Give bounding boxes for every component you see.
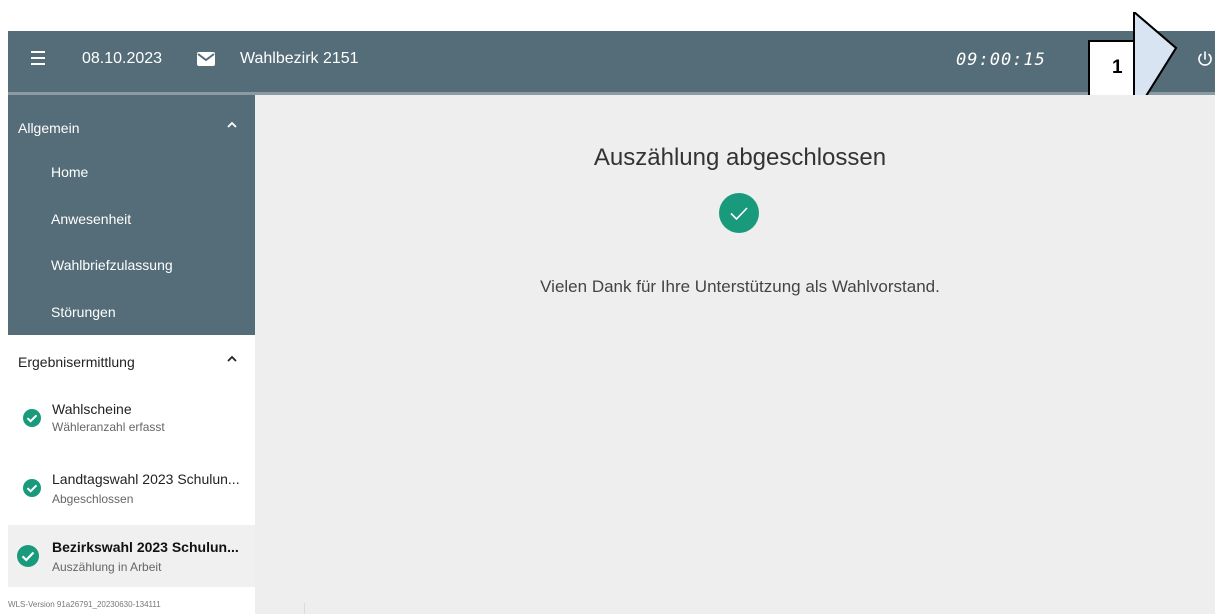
app-root: 08.10.2023 Wahlbezirk 2151 09:00:15 1 Al… [0,0,1215,614]
top-app-bar: 08.10.2023 Wahlbezirk 2151 09:00:15 [8,31,1215,92]
election-date: 08.10.2023 [82,50,163,67]
district-title: Wahlbezirk 2151 [240,50,359,67]
callout-arrow [1088,12,1178,96]
sidebar-item-label: Wahlbriefzulassung [51,257,173,273]
step-title: Wahlscheine [52,401,132,417]
thank-you-message: Vielen Dank für Ihre Unterstützung als W… [540,277,940,296]
check-circle-icon [23,479,41,497]
main-content: Auszählung abgeschlossen Vielen Dank für… [255,95,1215,614]
sidebar-item-anwesenheit[interactable]: Anwesenheit [8,198,255,242]
check-circle-icon [17,545,39,567]
step-bezirkswahl[interactable]: Bezirkswahl 2023 Schulun... Auszählung i… [8,525,255,587]
check-circle-icon [719,193,759,233]
sidebar-item-label: Störungen [51,304,116,320]
step-title: Bezirkswahl 2023 Schulun... [52,539,239,555]
sidebar-item-home[interactable]: Home [8,151,255,195]
chevron-up-icon [227,355,237,362]
page-title: Auszählung abgeschlossen [593,144,887,171]
group-allgemein: Allgemein Home Anwesenheit Wahlbriefzula… [8,95,255,335]
step-subtitle: Abgeschlossen [52,492,134,506]
group-label: Ergebnisermittlung [18,354,135,370]
menu-icon[interactable] [31,51,49,71]
version-text: WLS-Version 91a26791_20230630-134111 [8,600,161,609]
mail-icon[interactable] [196,51,218,69]
step-title: Landtagswahl 2023 Schulun... [52,471,240,487]
group-header-ergebnisermittlung[interactable]: Ergebnisermittlung [8,336,255,380]
group-label: Allgemein [18,120,80,136]
check-circle-icon [23,409,41,427]
step-landtagswahl[interactable]: Landtagswahl 2023 Schulun... Abgeschloss… [8,457,255,519]
divider [304,603,305,614]
callout-number: 1 [1112,57,1123,78]
sidebar-item-label: Home [51,164,89,180]
step-wahlscheine[interactable]: Wahlscheine Wähleranzahl erfasst [8,389,255,451]
sidebar-item-wahlbriefzulassung[interactable]: Wahlbriefzulassung [8,244,255,288]
sidebar-item-stoerungen[interactable]: Störungen [8,291,255,335]
sidebar: Allgemein Home Anwesenheit Wahlbriefzula… [8,95,255,614]
sidebar-item-label: Anwesenheit [51,211,132,227]
group-header-allgemein[interactable]: Allgemein [8,95,255,139]
step-subtitle: Auszählung in Arbeit [52,560,162,574]
clock-display: 09:00:15 [956,50,1046,70]
chevron-up-icon [227,121,237,128]
step-subtitle: Wähleranzahl erfasst [52,420,165,434]
